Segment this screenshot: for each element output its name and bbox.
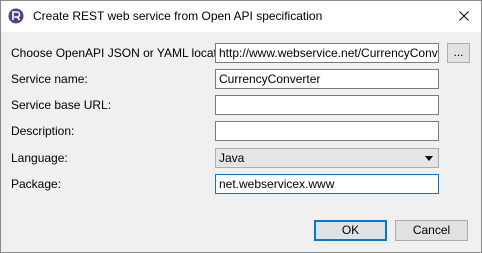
language-select[interactable]: Java <box>215 148 439 168</box>
close-icon <box>459 10 469 24</box>
title-bar[interactable]: Create REST web service from Open API sp… <box>1 1 481 32</box>
description-label: Description: <box>11 124 75 138</box>
language-selected-value: Java <box>219 151 245 165</box>
location-label: Choose OpenAPI JSON or YAML location: <box>11 46 237 60</box>
close-button[interactable] <box>447 1 481 32</box>
service-name-field[interactable]: CurrencyConverter <box>215 69 439 89</box>
base-url-field[interactable] <box>215 95 439 115</box>
language-label: Language: <box>11 151 68 165</box>
window-title: Create REST web service from Open API sp… <box>33 9 323 23</box>
ok-button[interactable]: OK <box>314 220 387 241</box>
cancel-button[interactable]: Cancel <box>395 220 468 241</box>
service-name-label: Service name: <box>11 72 88 86</box>
dialog-window: Create REST web service from Open API sp… <box>0 0 482 253</box>
package-field[interactable]: net.webservicex.www <box>215 174 439 194</box>
base-url-label: Service base URL: <box>11 98 112 112</box>
browse-button[interactable]: ... <box>447 43 470 63</box>
description-field[interactable] <box>215 121 439 141</box>
chevron-down-icon <box>425 156 433 161</box>
dialog-body: Choose OpenAPI JSON or YAML location: ht… <box>1 32 481 252</box>
package-label: Package: <box>11 177 62 191</box>
location-field[interactable]: http://www.webservice.net/CurrencyConver… <box>215 43 439 63</box>
app-logo-icon <box>8 8 24 24</box>
